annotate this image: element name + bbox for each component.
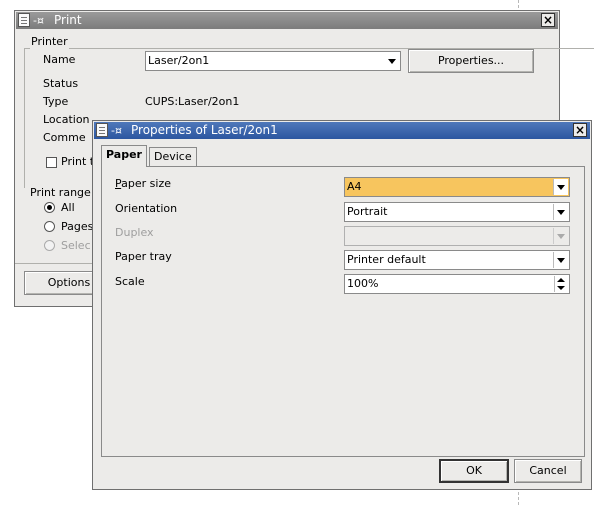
spin-up-icon[interactable] — [557, 278, 565, 282]
orientation-select[interactable]: Portrait — [344, 202, 570, 222]
range-pages-label: Pages — [61, 220, 94, 233]
print-dialog-titlebar[interactable]: -¤ Print × — [16, 12, 558, 29]
duplex-label: Duplex — [115, 226, 154, 239]
orientation-value: Portrait — [347, 205, 388, 218]
comment-label: Comme — [43, 131, 86, 144]
paper-tray-select[interactable]: Printer default — [344, 250, 570, 270]
printer-group-label: Printer — [30, 35, 69, 49]
properties-dialog: -¤ Properties of Laser/2on1 × Paper Devi… — [92, 120, 592, 490]
range-pages-radio[interactable] — [44, 221, 55, 232]
properties-dialog-title: Properties of Laser/2on1 — [131, 123, 278, 137]
tab-device[interactable]: Device — [149, 147, 197, 167]
printer-name-value: Laser/2on1 — [148, 54, 210, 67]
document-icon — [96, 123, 108, 137]
chevron-down-icon[interactable] — [553, 252, 568, 268]
location-label: Location — [43, 113, 90, 126]
paper-tab-panel: Paper size A4 Orientation Portrait Duple… — [101, 166, 585, 457]
range-selection-label: Selec — [61, 239, 91, 252]
paper-size-value: A4 — [347, 180, 362, 193]
chevron-down-icon[interactable] — [553, 204, 568, 220]
print-range-label: Print range — [30, 186, 91, 199]
pin-icon[interactable]: -¤ — [111, 123, 122, 138]
properties-dialog-titlebar[interactable]: -¤ Properties of Laser/2on1 × — [94, 122, 590, 139]
scale-value: 100% — [347, 277, 379, 290]
range-all-label: All — [61, 201, 75, 214]
paper-tray-value: Printer default — [347, 253, 426, 266]
close-icon[interactable]: × — [573, 123, 587, 137]
paper-size-label-text: aper size — [121, 177, 171, 190]
document-icon — [18, 13, 30, 27]
printer-name-select[interactable]: Laser/2on1 — [145, 51, 401, 71]
name-label: Name — [43, 53, 76, 66]
print-dialog-title: Print — [54, 13, 82, 27]
status-label: Status — [43, 77, 79, 90]
scale-spinbox[interactable]: 100% — [344, 274, 570, 294]
chevron-down-icon[interactable] — [553, 228, 568, 244]
tab-paper[interactable]: Paper — [101, 145, 147, 167]
print-to-file-label: Print t — [61, 155, 95, 168]
properties-button[interactable]: Properties... — [408, 49, 534, 73]
spin-down-icon[interactable] — [557, 286, 565, 290]
spin-buttons[interactable] — [554, 276, 568, 292]
paper-tray-label: Paper tray — [115, 250, 172, 263]
close-icon[interactable]: × — [541, 13, 555, 27]
pin-icon[interactable]: -¤ — [33, 13, 44, 28]
orientation-label: Orientation — [115, 202, 178, 215]
chevron-down-icon[interactable] — [553, 179, 568, 195]
print-to-file-checkbox[interactable] — [46, 157, 57, 168]
scale-label: Scale — [115, 275, 145, 288]
chevron-down-icon[interactable] — [385, 53, 399, 69]
range-selection-radio[interactable] — [44, 240, 55, 251]
paper-size-label: Paper size — [115, 177, 171, 191]
range-all-radio[interactable] — [44, 202, 55, 213]
duplex-select[interactable] — [344, 226, 570, 246]
paper-size-select[interactable]: A4 — [344, 177, 570, 197]
cancel-button[interactable]: Cancel — [514, 459, 582, 483]
type-value: CUPS:Laser/2on1 — [145, 95, 240, 108]
type-label: Type — [43, 95, 69, 108]
ok-button[interactable]: OK — [439, 459, 509, 483]
